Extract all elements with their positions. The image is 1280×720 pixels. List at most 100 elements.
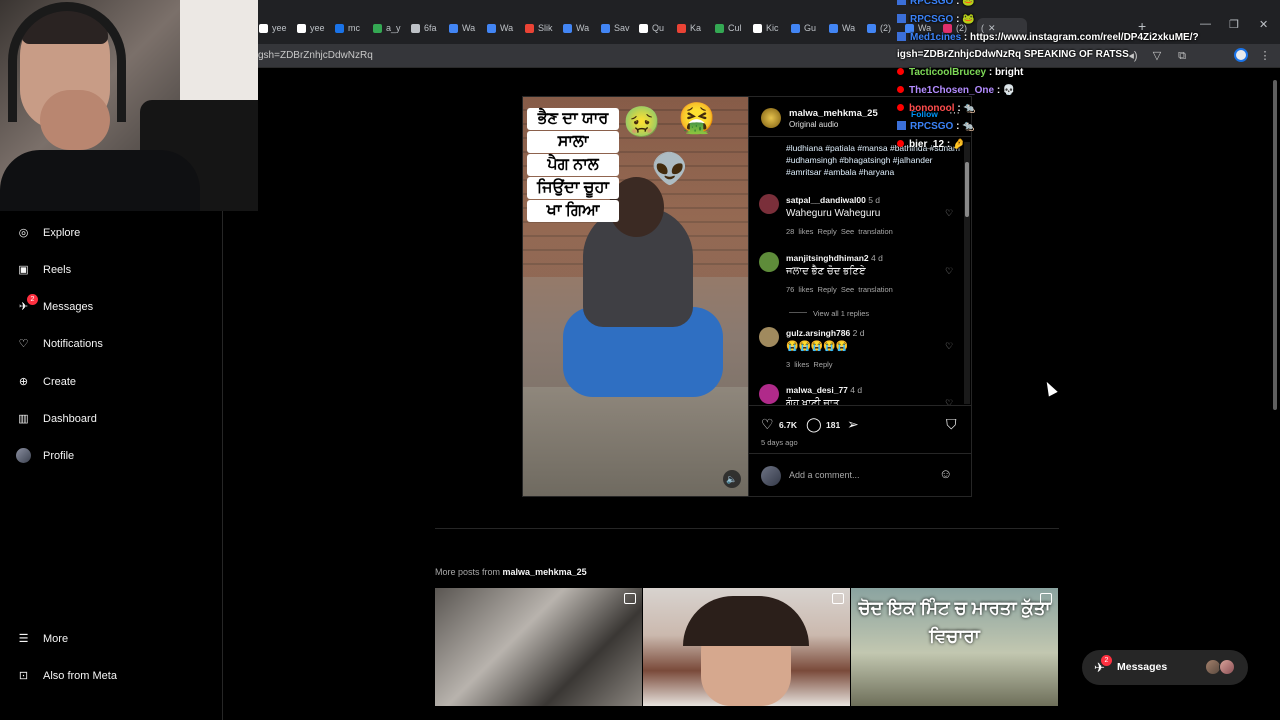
browser-tab[interactable]: Wa <box>483 18 521 38</box>
browser-tab[interactable]: Wa <box>445 18 483 38</box>
browser-tab[interactable]: Slik <box>521 18 559 38</box>
tab-label: Wa <box>576 23 590 33</box>
kebab-menu-icon[interactable]: ⋮ <box>1258 49 1272 63</box>
nav-item-explore[interactable]: ◎ Explore <box>16 225 81 240</box>
chat-username: RPCSGO <box>910 14 954 25</box>
maximize-icon[interactable]: ❐ <box>1229 18 1239 31</box>
reel-icon <box>1040 593 1052 604</box>
messenger-icon: ✈ 2 <box>1094 655 1112 676</box>
share-icon[interactable]: ➢ <box>847 416 859 433</box>
like-icon[interactable]: ♡ <box>761 416 774 433</box>
browser-tab[interactable]: Gu <box>787 18 825 38</box>
tab-label: mc <box>348 23 360 33</box>
meta-icon: ⊡ <box>18 670 29 682</box>
messages-floating-button[interactable]: ✈ 2 Messages <box>1082 650 1248 685</box>
nav-item-also-from-meta[interactable]: ⊡ Also from Meta <box>16 668 117 683</box>
commenter-avatar[interactable] <box>759 384 779 404</box>
reply-button[interactable]: Reply <box>813 360 832 369</box>
minimize-icon[interactable]: — <box>1200 18 1211 30</box>
browser-tab[interactable]: Wa <box>825 18 863 38</box>
tab-favicon-icon <box>753 23 762 33</box>
puzzle-icon[interactable]: ⧉ <box>1175 49 1189 63</box>
browser-tab[interactable]: Cul <box>711 18 749 38</box>
comment-like-heart-icon[interactable]: ♡ <box>945 208 953 219</box>
comment-icon[interactable]: ◯ <box>806 416 822 433</box>
reply-button[interactable]: Reply <box>818 285 837 294</box>
comment-text: ਜਲਾਦ ਭੈਣ ਚੋਦ ਭਣਿਏ <box>786 266 866 277</box>
nav-item-more[interactable]: ☰ More <box>16 631 69 646</box>
browser-tab[interactable]: mc <box>331 18 369 38</box>
emoji-picker-icon[interactable]: ☺ <box>939 466 952 481</box>
page-scroll-thumb[interactable] <box>1273 80 1277 410</box>
comment-likes[interactable]: 76 likes <box>786 285 813 294</box>
url-text[interactable]: gsh=ZDBrZnhjcDdwNzRq <box>258 50 373 61</box>
chat-message: The1Chosen_One : 💀 <box>897 85 1015 96</box>
commenter-username[interactable]: manjitsinghdhiman2 <box>786 253 869 263</box>
nav-item-create[interactable]: ⊕ Create <box>16 374 76 389</box>
comment-text: Waheguru Waheguru <box>786 208 881 219</box>
chat-message: igsh=ZDBrZnhjcDdwNzRq SPEAKING OF RATSS <box>897 49 1129 60</box>
commenter-username[interactable]: satpal__dandiwal00 <box>786 195 866 205</box>
comment-like-heart-icon[interactable]: ♡ <box>945 266 953 277</box>
post-sidebar: malwa_mehkma_25 Original audio Follow ··… <box>748 97 972 496</box>
chat-text: : 🐀 <box>956 121 975 132</box>
see-translation-link[interactable]: See translation <box>841 227 893 236</box>
comment-likes[interactable]: 3 likes <box>786 360 809 369</box>
commenter-avatar[interactable] <box>759 252 779 272</box>
icon-glyph: ⊕ <box>18 376 29 388</box>
browser-tab[interactable]: yee <box>293 18 331 38</box>
comment-input[interactable] <box>789 470 929 480</box>
browser-tab[interactable]: Wa <box>559 18 597 38</box>
nav-item-notifications[interactable]: ♡ Notifications <box>16 336 103 351</box>
more-post-thumbnail[interactable] <box>643 588 850 706</box>
close-window-icon[interactable]: ✕ <box>1259 18 1268 31</box>
comment-age: 5 d <box>868 195 881 205</box>
comments-scrollbar[interactable] <box>964 142 970 404</box>
reel-video[interactable]: ਭੈਣ ਦਾ ਯਾਰ ਸਾਲਾ ਪੈਗ ਨਾਲ ਜਿਉਂਦਾ ਚੂਹਾ ਖਾ ਗਿਆ 🤢… <box>523 97 748 496</box>
browser-tab[interactable]: (2) <box>863 18 901 38</box>
commenter-username[interactable]: gulz.arsingh786 <box>786 328 850 338</box>
audio-label[interactable]: Original audio <box>789 120 838 129</box>
more-post-thumbnail[interactable]: ਚੋਦ ਇਕ ਮਿੰਟ ਚ ਮਾਰਤਾ ਕੁੱਤਾ ਵਿਚਾਰਾ <box>851 588 1058 706</box>
comment-like-heart-icon[interactable]: ♡ <box>945 398 953 405</box>
commenter-avatar[interactable] <box>759 327 779 347</box>
more-post-thumbnail[interactable] <box>435 588 642 706</box>
comment-like-heart-icon[interactable]: ♡ <box>945 341 953 352</box>
comment-likes[interactable]: 28 likes <box>786 227 813 236</box>
more-posts-username[interactable]: malwa_mehkma_25 <box>503 567 587 577</box>
commenter-username[interactable]: malwa_desi_77 <box>786 385 848 395</box>
browser-tab[interactable]: Sav <box>597 18 635 38</box>
browser-tab[interactable]: yee <box>255 18 293 38</box>
author-avatar[interactable] <box>761 108 781 128</box>
page-scrollbar[interactable] <box>1272 70 1278 710</box>
browser-tab[interactable]: Qu <box>635 18 673 38</box>
see-translation-link[interactable]: See translation <box>841 285 893 294</box>
browser-tab[interactable]: Ka <box>673 18 711 38</box>
bookmark-icon[interactable]: ⛉ <box>946 416 957 433</box>
nav-item-profile[interactable]: Profile <box>16 448 74 463</box>
comment-header: manjitsinghdhiman2 4 d <box>786 253 883 263</box>
icon-glyph: ▣ <box>18 264 29 276</box>
vomiting-emoji: 🤮 <box>678 102 716 135</box>
author-username[interactable]: malwa_mehkma_25 <box>789 108 878 119</box>
video-caption: ਭੈਣ ਦਾ ਯਾਰ ਸਾਲਾ ਪੈਗ ਨਾਲ ਜਿਉਂਦਾ ਚੂਹਾ ਖਾ ਗਿਆ <box>527 107 619 223</box>
nav-item-dashboard[interactable]: ▥ Dashboard <box>16 411 97 426</box>
extension-icon[interactable]: ▽ <box>1150 49 1164 63</box>
view-replies-link[interactable]: View all 1 replies <box>789 309 869 318</box>
nav-item-messages[interactable]: ✈ 2 Messages <box>16 294 93 314</box>
post-date: 5 days ago <box>761 438 798 447</box>
browser-tab[interactable]: 6fa <box>407 18 445 38</box>
browser-profile-avatar[interactable] <box>1234 48 1248 62</box>
profile-avatar <box>16 448 31 463</box>
nav-item-reels[interactable]: ▣ Reels <box>16 262 71 277</box>
commenter-avatar[interactable] <box>759 194 779 214</box>
post-actions: ♡ 6.7K ◯ 181 ➢ ⛉ 5 days ago <box>749 405 972 453</box>
comments-scroll-thumb[interactable] <box>965 162 969 217</box>
browser-tab[interactable]: a_y <box>369 18 407 38</box>
reply-button[interactable]: Reply <box>818 227 837 236</box>
chat-text: : 🤌 <box>946 139 966 150</box>
browser-tab[interactable]: Kic <box>749 18 787 38</box>
mute-icon[interactable]: 🔈 <box>723 470 741 488</box>
tab-label: yee <box>272 23 287 33</box>
tab-label: a_y <box>386 23 401 33</box>
